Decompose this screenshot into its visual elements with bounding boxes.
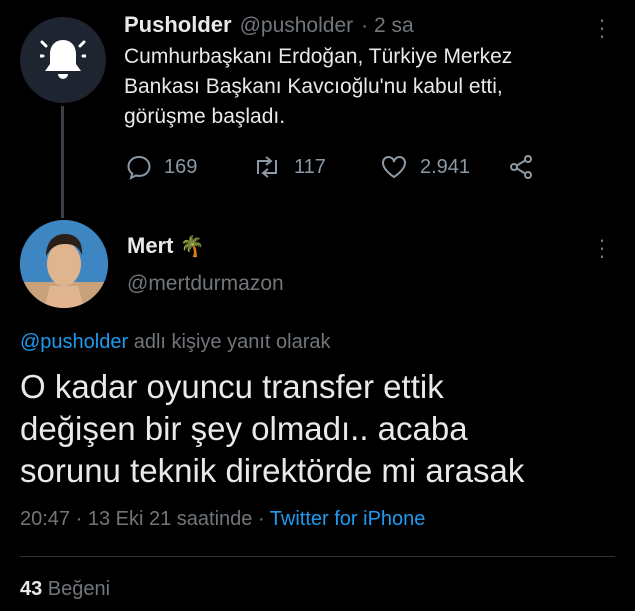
- parent-handle[interactable]: @pusholder: [240, 14, 354, 38]
- reply-text-line: O kadar oyuncu transfer ettik: [20, 368, 444, 405]
- divider: [20, 556, 615, 557]
- timestamp[interactable]: 20:47 · 13 Eki 21 saatinde ·: [20, 508, 270, 530]
- avatar-mert[interactable]: [20, 220, 108, 308]
- reply-display-name: Mert: [127, 233, 174, 258]
- likes-label: Beğeni: [42, 578, 111, 600]
- bell-icon: [40, 40, 86, 79]
- parent-action-bar: 169 117 2.941: [124, 154, 594, 186]
- source-link[interactable]: Twitter for iPhone: [270, 508, 426, 530]
- reply-text-line: değişen bir şey olmadı.. acaba: [20, 410, 468, 447]
- reply-handle[interactable]: @mertdurmazon: [127, 272, 284, 296]
- tweet-meta: 20:47 · 13 Eki 21 saatinde · Twitter for…: [20, 508, 425, 531]
- likes-count: 43: [20, 578, 43, 600]
- parent-header: Pusholder @pusholder · 2 sa: [124, 12, 414, 38]
- reply-button[interactable]: 169: [126, 154, 197, 180]
- parent-tweet-text: Cumhurbaşkanı Erdoğan, Türkiye Merkez Ba…: [124, 42, 594, 132]
- parent-text-line: Bankası Başkanı Kavcıoğlu'nu kabul etti,: [124, 75, 503, 98]
- retweet-icon: [257, 156, 277, 178]
- heart-icon: [382, 156, 406, 179]
- likes-summary[interactable]: 43 Beğeni: [20, 578, 110, 601]
- parent-text-line: görüşme başladı.: [124, 105, 286, 128]
- avatar-pusholder[interactable]: [20, 17, 106, 103]
- replying-mention-link[interactable]: @pusholder: [20, 331, 128, 353]
- parent-display-name[interactable]: Pusholder: [124, 12, 232, 38]
- share-button[interactable]: [508, 154, 546, 180]
- replying-label: adlı kişiye yanıt olarak: [128, 331, 331, 353]
- thread-connector: [61, 106, 64, 218]
- reply-tweet-text: O kadar oyuncu transfer ettik değişen bi…: [20, 366, 620, 492]
- reply-text-line: sorunu teknik direktörde mi arasak: [20, 452, 525, 489]
- reply-author-name[interactable]: Mert 🌴: [127, 233, 204, 259]
- reply-count: 169: [164, 155, 198, 178]
- like-count: 2.941: [420, 155, 471, 178]
- profile-photo: [20, 220, 108, 308]
- parent-text-line: Cumhurbaşkanı Erdoğan, Türkiye Merkez: [124, 45, 513, 68]
- reply-icon: [127, 155, 151, 180]
- palm-tree-icon: 🌴: [179, 235, 205, 258]
- like-button[interactable]: 2.941: [380, 154, 470, 180]
- parent-time[interactable]: · 2 sa: [361, 14, 414, 38]
- parent-more-icon[interactable]: · · ·: [597, 9, 607, 47]
- reply-more-icon[interactable]: · · ·: [597, 229, 607, 267]
- share-icon: [510, 155, 532, 179]
- replying-to: @pusholder adlı kişiye yanıt olarak: [20, 331, 330, 354]
- retweet-button[interactable]: 117: [252, 154, 326, 180]
- retweet-count: 117: [294, 155, 326, 178]
